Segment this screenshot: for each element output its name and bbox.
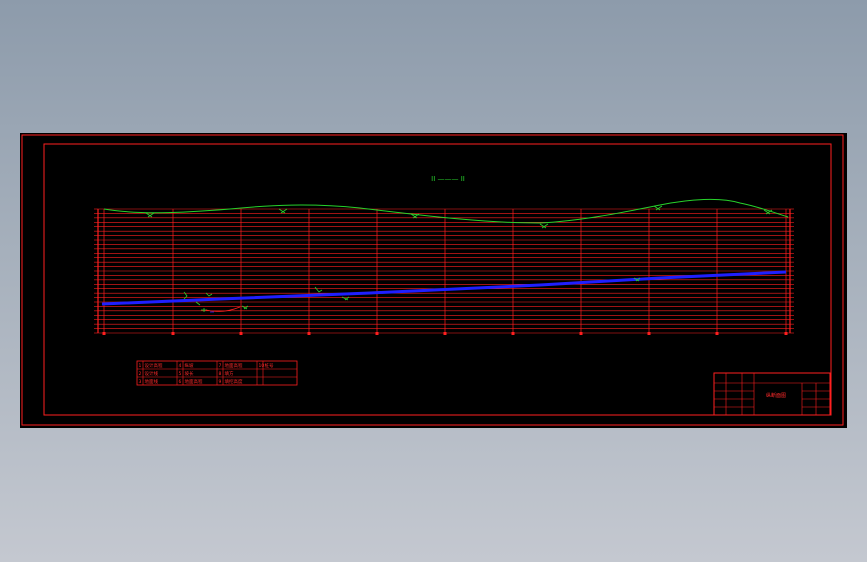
ground-line (103, 198, 789, 224)
station-tick (511, 332, 515, 335)
legend-cell: 8 (219, 371, 222, 377)
legend-cell: 设计线 (145, 370, 159, 377)
legend-cell: 桩号 (265, 362, 274, 369)
legend-cell: 坡长 (185, 370, 194, 377)
station-tick (784, 332, 788, 335)
legend-cell: 地面线 (145, 378, 159, 385)
legend-cell: 6 (179, 379, 182, 385)
legend-cell: 1 (139, 363, 142, 369)
legend-cell: 7 (219, 363, 222, 369)
cad-viewport[interactable]: II ——— II 1 设计高程 4 纵坡 7 地面高程 10 桩号 2 设计线… (20, 133, 847, 428)
title-block-name: 纵断面图 (766, 392, 786, 399)
station-tick (307, 332, 311, 335)
legend-cell: 设计高程 (145, 362, 163, 369)
ground-markers (145, 205, 773, 229)
legend-cell: 3 (139, 379, 142, 385)
drawing-canvas: II ——— II 1 设计高程 4 纵坡 7 地面高程 10 桩号2 设计线 … (21, 134, 844, 426)
station-tick (102, 332, 106, 335)
legend-cell: 5 (179, 371, 182, 377)
section-label: II ——— II (431, 175, 465, 183)
station-tick (171, 332, 175, 335)
station-tick (647, 332, 651, 335)
station-tick (239, 332, 243, 335)
legend-cell: 填方 (225, 370, 234, 377)
legend-cell: 2 (139, 371, 142, 377)
station-tick (715, 332, 719, 335)
profile-grid (94, 208, 794, 335)
inner-frame (43, 143, 832, 416)
legend-cell: 地面高程 (185, 378, 203, 385)
legend-cell: 纵坡 (185, 362, 194, 369)
legend-cell: 4 (179, 363, 182, 369)
station-tick (443, 332, 447, 335)
legend-cell: 填挖高度 (225, 378, 243, 385)
legend-cell: 地面高程 (225, 362, 243, 369)
station-tick (375, 332, 379, 335)
legend-cell: 10 (259, 363, 265, 369)
legend-table: 1 设计高程 4 纵坡 7 地面高程 10 桩号2 设计线 5 坡长 8 填方3 地面线 6 地面高程 9 填挖高… (136, 360, 298, 386)
design-line (101, 270, 787, 306)
title-block: 纵断面图 (713, 372, 831, 416)
station-tick (579, 332, 583, 335)
legend-cell: 9 (219, 379, 222, 385)
